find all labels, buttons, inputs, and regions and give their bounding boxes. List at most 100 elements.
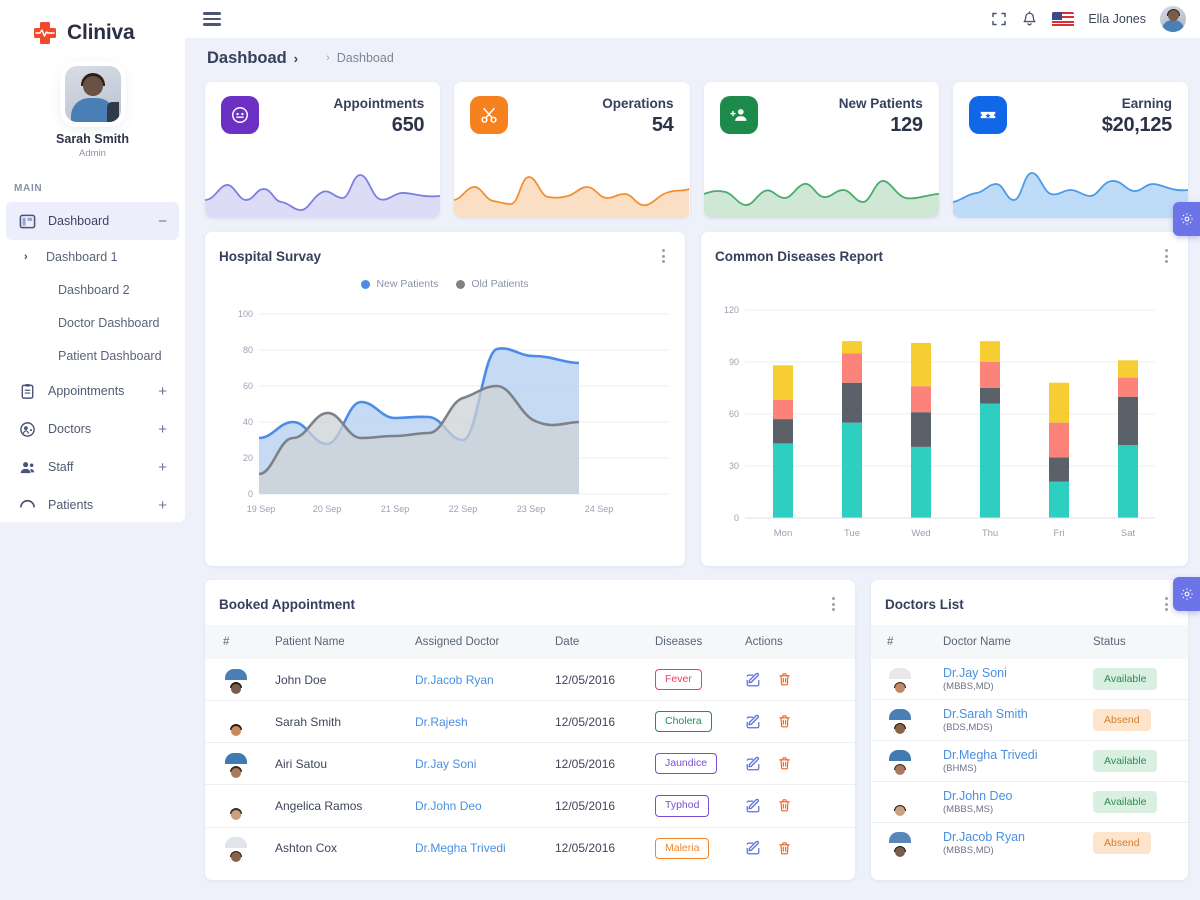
doctor-icon — [18, 420, 36, 438]
stat-card-operations[interactable]: Operations 54 — [454, 82, 690, 218]
doctors-list-table: # Doctor Name Status Dr.Jay Soni (MBBS,M… — [871, 625, 1188, 863]
charts-row: Hospital Survay New Patients Old Patient… — [205, 232, 1188, 566]
common-diseases-panel: Common Diseases Report 120 90 60 30 0 Mo… — [701, 232, 1188, 566]
home-icon[interactable] — [305, 51, 319, 65]
doctor-name-link[interactable]: Dr.Jacob Ryan — [943, 830, 1073, 844]
panel-title: Doctors List — [885, 596, 964, 612]
sidebar-subitem-label: Dashboard 2 — [58, 282, 130, 297]
more-vertical-icon[interactable] — [658, 246, 669, 266]
sidebar-item-label: Appointments — [48, 384, 125, 398]
trash-icon[interactable] — [777, 714, 792, 729]
sidebar-item-staff[interactable]: Staff + — [6, 448, 179, 486]
sidebar-item-patients[interactable]: Patients + — [6, 486, 179, 522]
more-vertical-icon[interactable] — [1161, 246, 1172, 266]
legend-dot — [456, 279, 466, 289]
column-header: Status — [1093, 636, 1126, 648]
svg-text:Sat: Sat — [1121, 528, 1136, 539]
edit-icon[interactable] — [745, 756, 761, 772]
trash-icon[interactable] — [777, 841, 792, 856]
patient-name: Sarah Smith — [265, 700, 405, 744]
edit-icon[interactable] — [745, 840, 761, 856]
settings-gear-button-top[interactable] — [1173, 202, 1200, 236]
sidebar-subitem-label: Doctor Dashboard — [58, 315, 160, 330]
sidebar-item-doctors[interactable]: Doctors + — [6, 410, 179, 448]
doctor-name-link[interactable]: Dr.Sarah Smith — [943, 707, 1073, 721]
profile-avatar[interactable] — [64, 66, 121, 122]
doctor-degree: (MBBS,MS) — [943, 804, 994, 815]
ticket-star-icon — [968, 96, 1007, 134]
brand[interactable]: Cliniva — [0, 0, 185, 52]
fullscreen-icon[interactable] — [991, 11, 1007, 27]
legend-dot — [361, 279, 371, 289]
sidebar-subitem-dashboard-1[interactable]: › Dashboard 1 — [6, 240, 179, 273]
edit-icon[interactable] — [745, 714, 761, 730]
user-name[interactable]: Ella Jones — [1088, 12, 1146, 26]
status-badge: Available — [1093, 668, 1158, 690]
sidebar-subitem-dashboard-2[interactable]: Dashboard 2 — [6, 273, 179, 306]
sidebar-item-label: Dashboard — [48, 214, 110, 228]
doctor-name-link[interactable]: Dr.Jay Soni — [943, 666, 1073, 680]
add-person-icon — [719, 96, 758, 134]
column-header: Diseases — [655, 636, 703, 648]
patient-name: Airi Satou — [265, 742, 405, 786]
svg-text:20 Sep: 20 Sep — [313, 504, 342, 514]
disease-badge: Typhod — [655, 795, 710, 817]
sidebar-subitem-doctor-dashboard[interactable]: Doctor Dashboard — [6, 306, 179, 339]
bell-icon[interactable] — [1021, 10, 1038, 28]
assigned-doctor-link[interactable]: Dr.Jacob Ryan — [415, 673, 494, 687]
svg-text:Tue: Tue — [844, 528, 860, 539]
booked-appointment-panel: Booked Appointment # Patient Name Assign… — [205, 580, 855, 880]
collapse-toggle[interactable]: − — [158, 214, 167, 229]
disease-badge: Jaundice — [655, 753, 718, 775]
more-vertical-icon[interactable] — [828, 594, 839, 614]
hamburger-icon[interactable] — [203, 12, 221, 26]
svg-text:Mon: Mon — [774, 528, 792, 539]
sidebar-subitem-patient-dashboard[interactable]: Patient Dashboard — [6, 339, 179, 372]
assigned-doctor-link[interactable]: Dr.Rajesh — [415, 715, 468, 729]
us-flag-icon[interactable] — [1052, 11, 1075, 27]
assigned-doctor-link[interactable]: Dr.Megha Trivedi — [415, 841, 506, 855]
doctor-name-link[interactable]: Dr.Megha Trivedi — [943, 748, 1073, 762]
svg-text:22 Sep: 22 Sep — [449, 504, 478, 514]
brand-name: Cliniva — [67, 21, 135, 44]
table-row: John Doe Dr.Jacob Ryan 12/05/2016 Fever — [205, 659, 855, 702]
stat-card-new-patients[interactable]: New Patients 129 — [703, 82, 939, 218]
trash-icon[interactable] — [777, 756, 792, 771]
content-area: Dashboad › › Dashboad Appointments 650 O… — [185, 38, 1200, 900]
panel-title: Booked Appointment — [219, 596, 355, 612]
svg-text:60: 60 — [243, 381, 253, 391]
svg-text:60: 60 — [729, 409, 739, 419]
assigned-doctor-link[interactable]: Dr.John Deo — [415, 799, 482, 813]
stat-card-earning[interactable]: Earning $20,125 — [952, 82, 1188, 218]
expand-toggle[interactable]: + — [158, 422, 167, 437]
hospital-survey-panel: Hospital Survay New Patients Old Patient… — [205, 232, 685, 566]
sidebar-item-dashboard[interactable]: Dashboard − — [6, 202, 179, 240]
column-header: # — [223, 636, 230, 648]
svg-text:19 Sep: 19 Sep — [247, 504, 276, 514]
trash-icon[interactable] — [777, 672, 792, 687]
expand-toggle[interactable]: + — [158, 384, 167, 399]
survey-legend: New Patients Old Patients — [205, 278, 685, 290]
patients-icon — [18, 496, 36, 514]
assigned-doctor-link[interactable]: Dr.Jay Soni — [415, 757, 476, 771]
disease-badge: Cholera — [655, 711, 712, 733]
avatar[interactable] — [1160, 6, 1186, 32]
doctors-list-panel: Doctors List # Doctor Name Status Dr.Jay… — [871, 580, 1188, 880]
stat-card-appointments[interactable]: Appointments 650 — [205, 82, 441, 218]
sidebar-item-appointments[interactable]: Appointments + — [6, 372, 179, 410]
settings-gear-button-bottom[interactable] — [1173, 577, 1200, 611]
edit-icon[interactable] — [745, 798, 761, 814]
edit-icon[interactable] — [745, 672, 761, 688]
expand-toggle[interactable]: + — [158, 498, 167, 513]
diseases-chart: 120 90 60 30 0 Mon Tue Wed Thu Fri Sat — [701, 266, 1188, 556]
column-header: Actions — [745, 636, 783, 648]
stat-value: 54 — [651, 114, 674, 136]
sidebar: Cliniva Sarah Smith Admin MAIN Dashboard… — [0, 0, 185, 522]
expand-toggle[interactable]: + — [158, 460, 167, 475]
app-root: Cliniva Sarah Smith Admin MAIN Dashboard… — [0, 0, 1200, 900]
doctor-name-link[interactable]: Dr.John Deo — [943, 789, 1073, 803]
svg-text:40: 40 — [243, 417, 253, 427]
trash-icon[interactable] — [777, 798, 792, 813]
more-vertical-icon[interactable] — [1161, 594, 1172, 614]
svg-text:Fri: Fri — [1053, 528, 1064, 539]
